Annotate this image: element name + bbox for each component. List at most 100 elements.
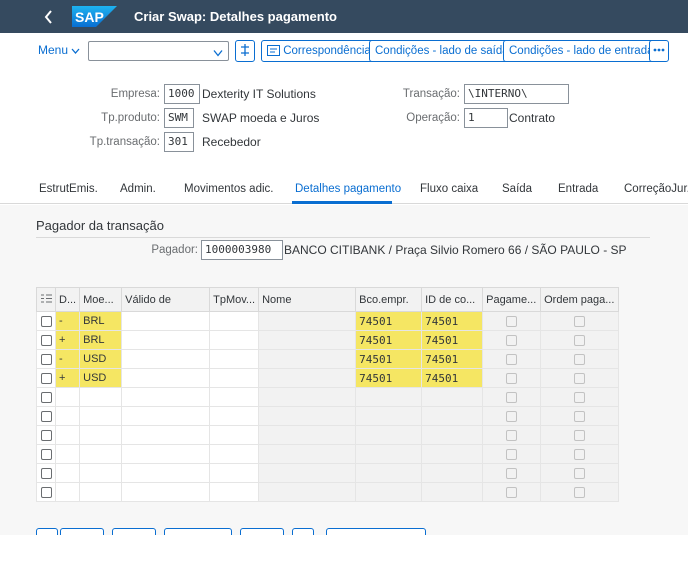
- cell-d[interactable]: [54, 463, 81, 483]
- checkbox[interactable]: [40, 353, 52, 365]
- cell-id-conta[interactable]: [421, 425, 484, 445]
- pagador-field[interactable]: 1000003980: [201, 240, 283, 260]
- command-field[interactable]: [88, 41, 229, 61]
- command-settings-button[interactable]: [235, 40, 255, 62]
- table-row[interactable]: [36, 425, 620, 445]
- cell-id-conta[interactable]: [421, 463, 484, 483]
- empresa-field[interactable]: 1000: [164, 84, 200, 104]
- row-select-checkbox[interactable]: [36, 425, 56, 445]
- chevron-down-icon[interactable]: [213, 46, 223, 60]
- checkbox[interactable]: [40, 410, 52, 422]
- cell-d[interactable]: [54, 425, 81, 445]
- checkbox[interactable]: [40, 391, 52, 403]
- cell-tpmov[interactable]: [209, 368, 260, 388]
- cell-valido-de[interactable]: [121, 349, 211, 369]
- row-select-checkbox[interactable]: [36, 330, 56, 350]
- cell-tpmov[interactable]: [209, 387, 260, 407]
- row-select-checkbox[interactable]: [36, 349, 56, 369]
- cell-bco-empr[interactable]: [355, 463, 423, 483]
- table-row[interactable]: [36, 482, 620, 502]
- cell-moeda[interactable]: USD: [79, 349, 123, 369]
- col-header-valido-de[interactable]: Válido de: [121, 287, 211, 312]
- table-row[interactable]: [36, 444, 620, 464]
- checkbox[interactable]: [40, 315, 52, 327]
- cell-id-conta[interactable]: 74501: [421, 311, 484, 331]
- tpproduto-field[interactable]: SWM: [164, 108, 194, 128]
- cell-bco-empr[interactable]: [355, 444, 423, 464]
- cell-d[interactable]: [54, 406, 81, 426]
- cell-bco-empr[interactable]: 74501: [355, 311, 423, 331]
- transacao-field[interactable]: \INTERNO\: [464, 84, 569, 104]
- tab-estrutemis[interactable]: EstrutEmis.: [39, 183, 98, 195]
- cell-bco-empr[interactable]: [355, 387, 423, 407]
- cell-id-conta[interactable]: [421, 406, 484, 426]
- cell-moeda[interactable]: [79, 425, 123, 445]
- tab-saida[interactable]: Saída: [502, 183, 532, 195]
- col-header-ordem-pagamento[interactable]: Ordem paga...: [540, 287, 620, 312]
- cell-valido-de[interactable]: [121, 482, 211, 502]
- table-row[interactable]: + BRL 74501 74501: [36, 330, 620, 350]
- cond-saida-button[interactable]: Condições - lado de saída: [369, 40, 515, 62]
- tab-fluxo-caixa[interactable]: Fluxo caixa: [420, 183, 478, 195]
- row-select-checkbox[interactable]: [36, 311, 56, 331]
- col-header-bco-empr[interactable]: Bco.empr.: [355, 287, 423, 312]
- cell-moeda[interactable]: BRL: [79, 330, 123, 350]
- cell-moeda[interactable]: [79, 482, 123, 502]
- row-select-checkbox[interactable]: [36, 482, 56, 502]
- tab-detalhes-pagamento[interactable]: Detalhes pagamento: [295, 183, 401, 195]
- cell-d[interactable]: [54, 444, 81, 464]
- cell-tpmov[interactable]: [209, 482, 260, 502]
- cell-valido-de[interactable]: [121, 406, 211, 426]
- cell-d[interactable]: +: [54, 330, 81, 350]
- tab-correcaojur[interactable]: CorreçãoJur.: [624, 183, 688, 195]
- cell-id-conta[interactable]: [421, 482, 484, 502]
- col-header-pagamento[interactable]: Pagame...: [482, 287, 542, 312]
- cell-valido-de[interactable]: [121, 463, 211, 483]
- cell-moeda[interactable]: [79, 406, 123, 426]
- operacao-field[interactable]: 1: [464, 108, 508, 128]
- table-row[interactable]: + USD 74501 74501: [36, 368, 620, 388]
- correspondencia-button[interactable]: Correspondência: [261, 40, 377, 62]
- row-select-checkbox[interactable]: [36, 406, 56, 426]
- cell-valido-de[interactable]: [121, 444, 211, 464]
- tptransacao-field[interactable]: 301: [164, 132, 194, 152]
- cell-id-conta[interactable]: [421, 444, 484, 464]
- row-select-checkbox[interactable]: [36, 444, 56, 464]
- cell-d[interactable]: +: [54, 368, 81, 388]
- row-select-checkbox[interactable]: [36, 387, 56, 407]
- cell-tpmov[interactable]: [209, 425, 260, 445]
- cell-id-conta[interactable]: 74501: [421, 330, 484, 350]
- table-row[interactable]: - BRL 74501 74501: [36, 311, 620, 331]
- cell-tpmov[interactable]: [209, 406, 260, 426]
- table-row[interactable]: [36, 463, 620, 483]
- row-select-checkbox[interactable]: [36, 368, 56, 388]
- checkbox[interactable]: [40, 429, 52, 441]
- tab-movimentos-adic[interactable]: Movimentos adic.: [184, 183, 273, 195]
- cell-tpmov[interactable]: [209, 311, 260, 331]
- cell-bco-empr[interactable]: [355, 425, 423, 445]
- cell-bco-empr[interactable]: 74501: [355, 349, 423, 369]
- cell-d[interactable]: -: [54, 349, 81, 369]
- menu-button[interactable]: Menu: [38, 43, 80, 57]
- cell-tpmov[interactable]: [209, 330, 260, 350]
- cell-id-conta[interactable]: 74501: [421, 368, 484, 388]
- checkbox[interactable]: [40, 372, 52, 384]
- more-button[interactable]: [649, 40, 669, 62]
- col-header-moeda[interactable]: Moe...: [79, 287, 123, 312]
- checkbox[interactable]: [40, 448, 52, 460]
- cell-tpmov[interactable]: [209, 463, 260, 483]
- cell-d[interactable]: [54, 387, 81, 407]
- checkbox[interactable]: [40, 467, 52, 479]
- cond-entrada-button[interactable]: Condições - lado de entrada: [503, 40, 660, 62]
- tab-admin[interactable]: Admin.: [120, 183, 156, 195]
- table-row[interactable]: - USD 74501 74501: [36, 349, 620, 369]
- cell-moeda[interactable]: USD: [79, 368, 123, 388]
- cell-bco-empr[interactable]: [355, 406, 423, 426]
- cell-moeda[interactable]: BRL: [79, 311, 123, 331]
- cell-moeda[interactable]: [79, 463, 123, 483]
- cell-d[interactable]: [54, 482, 81, 502]
- cell-bco-empr[interactable]: 74501: [355, 330, 423, 350]
- cell-valido-de[interactable]: [121, 330, 211, 350]
- checkbox[interactable]: [40, 486, 52, 498]
- col-header-d[interactable]: D...: [54, 287, 81, 312]
